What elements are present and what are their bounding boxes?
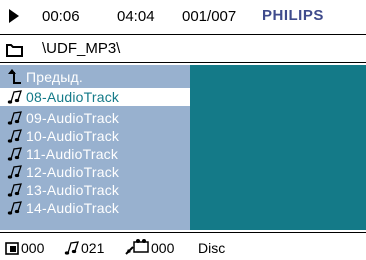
music-note-icon <box>7 128 23 144</box>
picture-icon <box>125 239 149 255</box>
music-note-icon <box>7 110 23 126</box>
list-item-previous[interactable]: Предыд. <box>0 68 190 86</box>
status-bar: 000 021 000 Disc <box>0 236 366 260</box>
elapsed-time: 00:06 <box>42 8 80 25</box>
list-item-label: 14-AudioTrack <box>26 200 120 216</box>
list-item-label: 11-AudioTrack <box>26 146 119 162</box>
preview-panel <box>190 65 366 230</box>
music-note-icon <box>64 241 79 255</box>
divider <box>0 62 366 63</box>
media-type: Disc <box>198 240 226 256</box>
play-icon <box>9 9 19 23</box>
divider <box>0 34 366 35</box>
folder-icon <box>6 44 23 57</box>
list-item-label: 09-AudioTrack <box>26 110 120 126</box>
list-item-label: 08-AudioTrack <box>26 89 120 105</box>
total-time: 04:04 <box>117 8 155 25</box>
list-item[interactable]: 12-AudioTrack <box>0 163 190 181</box>
folder-up-icon <box>7 69 23 85</box>
music-note-icon <box>7 164 23 180</box>
audio-count: 021 <box>81 240 105 256</box>
music-note-icon <box>7 146 23 162</box>
list-item-label: 13-AudioTrack <box>26 182 120 198</box>
header-bar: 00:06 04:04 001/007 PHILIPS <box>0 0 366 34</box>
list-item[interactable]: 08-AudioTrack <box>0 88 190 106</box>
folder-count-icon <box>5 242 19 255</box>
folder-count: 000 <box>21 240 45 256</box>
music-note-icon <box>7 89 23 105</box>
track-counter: 001/007 <box>182 8 237 25</box>
list-item[interactable]: 10-AudioTrack <box>0 127 190 145</box>
music-note-icon <box>7 200 23 216</box>
music-note-icon <box>7 182 23 198</box>
list-item[interactable]: 14-AudioTrack <box>0 199 190 217</box>
list-item[interactable]: 13-AudioTrack <box>0 181 190 199</box>
list-item[interactable]: 11-AudioTrack <box>0 145 190 163</box>
list-item[interactable]: 09-AudioTrack <box>0 109 190 127</box>
divider <box>0 232 366 233</box>
list-item-label: 10-AudioTrack <box>26 128 120 144</box>
list-item-label: 12-AudioTrack <box>26 164 120 180</box>
list-item-label: Предыд. <box>26 69 84 85</box>
path-bar: \UDF_MP3\ <box>0 36 366 62</box>
picture-count: 000 <box>151 240 175 256</box>
current-path: \UDF_MP3\ <box>42 40 121 57</box>
brand-logo: PHILIPS <box>262 7 324 24</box>
file-list: Предыд. 08-AudioTrack 09-AudioTrack 10-Audi… <box>0 68 190 217</box>
